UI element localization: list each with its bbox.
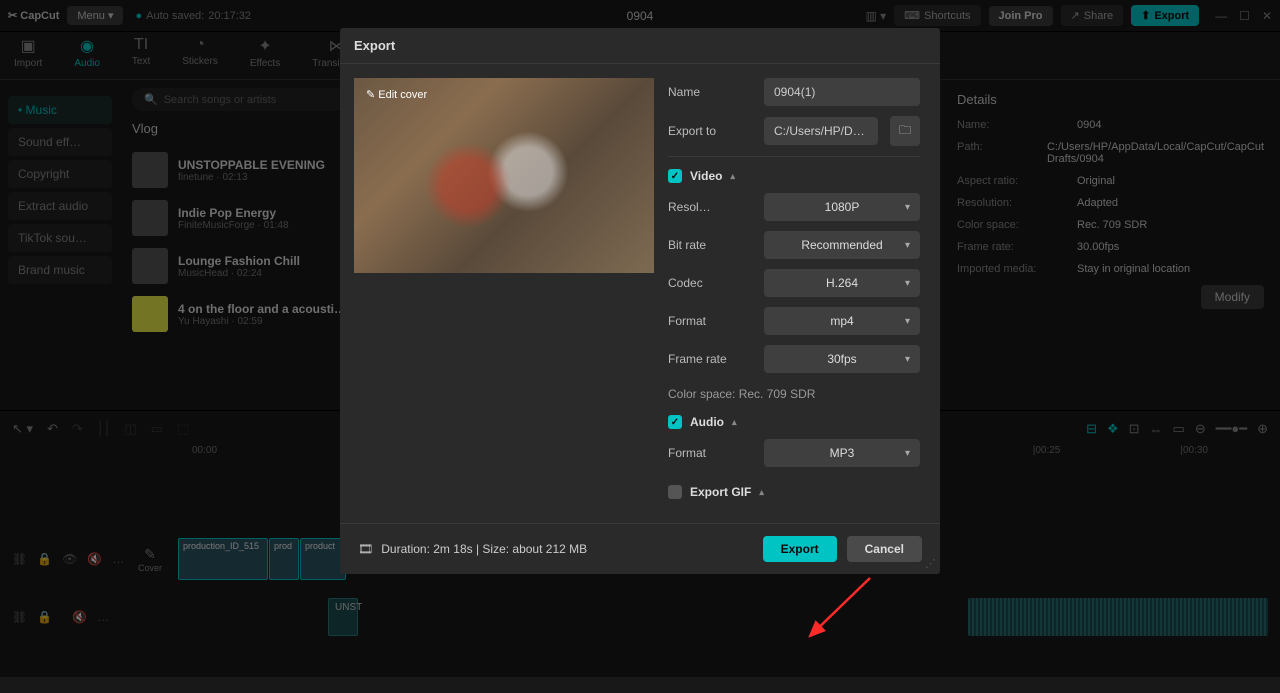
bitrate-select[interactable]: Recommended [764,231,920,259]
export-button[interactable]: Export [763,536,837,562]
export-to-label: Export to [668,124,752,138]
export-modal: Export ✎ Edit cover Name 0904(1) Export … [340,28,940,574]
film-icon: 🎞 [358,542,373,556]
collapse-icon: ▴ [732,417,737,428]
folder-icon: 🗀 [899,121,911,142]
collapse-icon: ▴ [730,171,735,182]
checkbox-icon [668,485,682,499]
checkbox-icon: ✓ [668,415,682,429]
gif-section-toggle[interactable]: Export GIF ▴ [668,485,920,499]
video-section-toggle[interactable]: ✓ Video ▴ [668,169,920,183]
export-info: 🎞 Duration: 2m 18s | Size: about 212 MB [358,542,587,556]
edit-cover-button[interactable]: ✎ Edit cover [366,88,427,101]
browse-folder-button[interactable]: 🗀 [890,116,920,146]
cancel-button[interactable]: Cancel [847,536,922,562]
modal-title: Export [340,28,940,64]
audio-section-toggle[interactable]: ✓ Audio ▴ [668,415,920,429]
modal-overlay: Export ✎ Edit cover Name 0904(1) Export … [0,0,1280,677]
export-to-input[interactable]: C:/Users/HP/Downlo… [764,117,878,145]
checkbox-icon: ✓ [668,169,682,183]
resolution-select[interactable]: 1080P [764,193,920,221]
colorspace-text: Color space: Rec. 709 SDR [668,387,920,401]
format-select[interactable]: mp4 [764,307,920,335]
name-label: Name [668,85,752,99]
codec-select[interactable]: H.264 [764,269,920,297]
annotation-arrow [800,568,880,648]
resize-handle-icon[interactable]: ⋰ [925,557,936,570]
export-preview: ✎ Edit cover [354,78,654,273]
name-input[interactable]: 0904(1) [764,78,920,106]
framerate-select[interactable]: 30fps [764,345,920,373]
audio-format-select[interactable]: MP3 [764,439,920,467]
collapse-icon: ▴ [759,487,764,498]
